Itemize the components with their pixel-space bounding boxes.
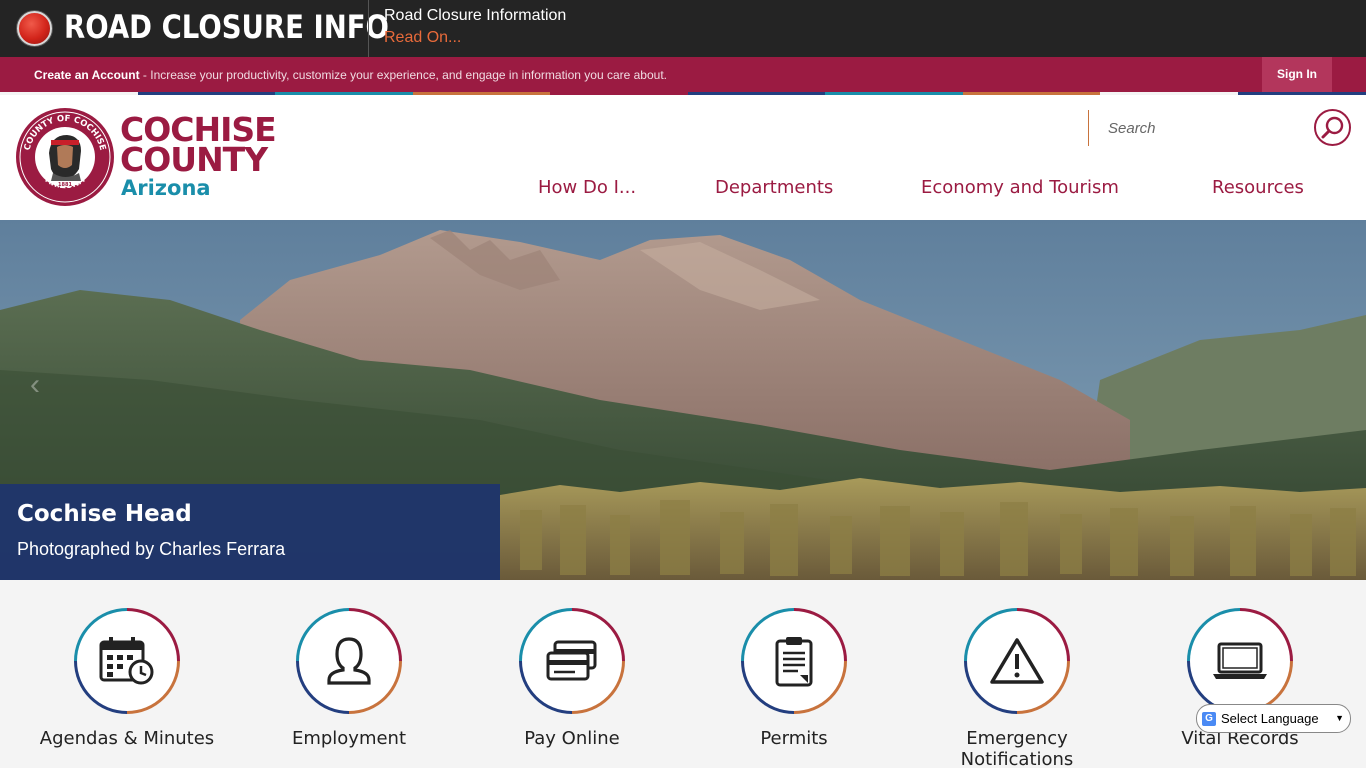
quick-link-label: Permits: [760, 728, 828, 749]
warning-icon: [990, 638, 1044, 684]
alert-heading: Road Closure Information: [384, 7, 567, 24]
hero-previous-arrow-icon[interactable]: ‹: [30, 368, 40, 402]
logo-line-arizona: Arizona: [121, 176, 211, 200]
credit-card-icon: [546, 640, 597, 681]
quick-link-agendas-minutes[interactable]: Agendas & Minutes: [27, 608, 227, 749]
language-select-label: Select Language: [1221, 711, 1319, 726]
language-select[interactable]: G Select Language ▼: [1196, 704, 1351, 733]
quick-link-label: Employment: [291, 728, 407, 749]
calendar-clock-icon: [99, 637, 154, 685]
logo-wordmark[interactable]: COCHISE COUNTY: [120, 113, 277, 179]
search-icon: [1321, 116, 1344, 139]
nav-item-economy-and-tourism[interactable]: Economy and Tourism: [921, 177, 1119, 198]
quick-link-ring: [74, 608, 180, 714]
google-translate-icon: G: [1202, 711, 1216, 726]
laptop-icon: [1213, 642, 1267, 679]
quick-link-emergency-notifications[interactable]: Emergency Notifications: [917, 608, 1117, 768]
account-message: Create an Account - Increase your produc…: [34, 68, 667, 82]
county-seal-logo[interactable]: COUNTY OF COCHISE ARIZONA 1881: [15, 107, 115, 207]
alert-dot-icon: [17, 11, 52, 46]
quick-link-permits[interactable]: Permits: [694, 608, 894, 749]
search-input[interactable]: [1098, 113, 1298, 143]
alert-divider: [368, 0, 369, 57]
site-header: COUNTY OF COCHISE ARIZONA 1881 COCHISE C…: [0, 95, 1366, 220]
person-icon: [327, 637, 371, 685]
alert-badge-title[interactable]: ROAD CLOSURE INFO: [64, 8, 389, 46]
quick-link-ring: [964, 608, 1070, 714]
hero-caption-subtitle: Photographed by Charles Ferrara: [17, 539, 286, 559]
seal-year: 1881: [58, 182, 72, 188]
account-bar: Create an Account - Increase your produc…: [0, 57, 1366, 92]
search-divider: [1088, 110, 1089, 146]
hero-caption: Cochise Head Photographed by Charles Fer…: [0, 484, 500, 580]
nav-item-resources[interactable]: Resources: [1212, 177, 1304, 198]
quick-link-label: Emergency Notifications: [960, 728, 1074, 768]
alert-read-on-link[interactable]: Read On...: [384, 29, 461, 47]
create-account-link[interactable]: Create an Account: [34, 68, 140, 82]
quick-link-ring: [296, 608, 402, 714]
account-description: - Increase your productivity, customize …: [139, 68, 667, 82]
hero-caption-title: Cochise Head: [17, 501, 192, 527]
nav-item-how-do-i[interactable]: How Do I...: [538, 177, 636, 198]
logo-line-county: COUNTY: [120, 140, 268, 179]
nav-item-departments[interactable]: Departments: [715, 177, 833, 198]
sign-in-button[interactable]: Sign In: [1262, 57, 1332, 92]
quick-link-pay-online[interactable]: Pay Online: [472, 608, 672, 749]
clipboard-icon: [775, 637, 813, 687]
quick-links-section: Agendas & Minutes Employment Pay Online: [0, 580, 1366, 768]
quick-link-employment[interactable]: Employment: [249, 608, 449, 749]
quick-link-label: Agendas & Minutes: [39, 728, 215, 749]
search-button[interactable]: [1314, 109, 1351, 146]
quick-link-label: Pay Online: [524, 728, 620, 749]
chevron-down-icon: ▼: [1335, 713, 1344, 723]
quick-link-ring: [741, 608, 847, 714]
quick-link-ring: [1187, 608, 1293, 714]
quick-link-ring: [519, 608, 625, 714]
alert-bar: ROAD CLOSURE INFO Road Closure Informati…: [0, 0, 1366, 57]
